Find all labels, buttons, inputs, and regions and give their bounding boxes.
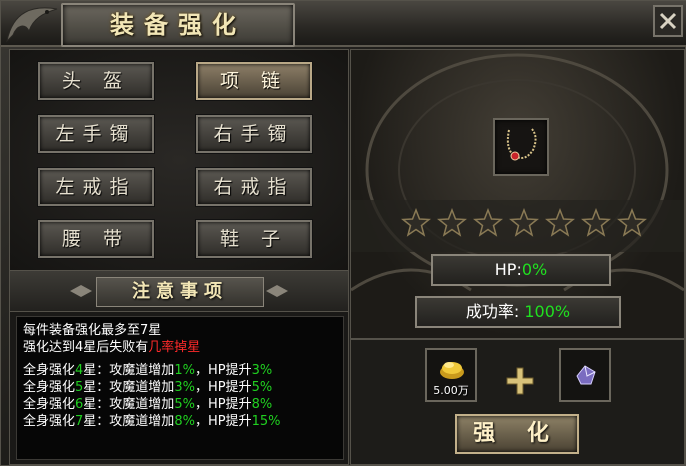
notice-line-star-loss: 强化达到4星后失败有几率掉星 [23, 340, 200, 356]
necklace-icon [506, 127, 537, 161]
bonus-row-attack-label: 星：攻魔道增加 [83, 414, 175, 429]
star-empty-icon [437, 208, 467, 237]
close-button[interactable] [653, 5, 683, 37]
window-title: 装备强化 [110, 11, 246, 39]
cost-area: 5.00万 强 化 [350, 339, 685, 465]
bonus-row-prefix: 全身强化 [23, 397, 76, 412]
hp-stat-bar: HP:0% [431, 254, 611, 286]
slot-shoes-button[interactable]: 鞋 子 [196, 220, 312, 258]
success-rate-value: 100% [524, 302, 571, 321]
bonus-row-hp-value: 15% [251, 414, 281, 429]
enhance-button[interactable]: 强 化 [455, 414, 579, 454]
star-empty-icon [545, 208, 575, 237]
diamond-ornament-icon [70, 285, 92, 297]
hp-stat-value: 0% [521, 260, 548, 279]
star-empty-icon [617, 208, 647, 237]
bonus-row: 全身强化7星：攻魔道增加8%，HP提升15% [23, 414, 280, 430]
bonus-row: 全身强化4星：攻魔道增加1%，HP提升3% [23, 363, 272, 379]
slot-right-bracelet-button[interactable]: 右手镯 [196, 115, 312, 153]
bonus-row: 全身强化6星：攻魔道增加5%，HP提升8% [23, 397, 272, 413]
gold-cost-amount: 5.00万 [433, 384, 469, 397]
dragon-ornament-icon [3, 1, 61, 45]
left-panel: 头 盔 项 链 左手镯 右手镯 左戒指 右戒指 腰 带 鞋 子 注意事项 每件装… [9, 49, 349, 465]
slot-left-ring-button[interactable]: 左戒指 [38, 168, 154, 206]
slot-left-bracelet-button[interactable]: 左手镯 [38, 115, 154, 153]
bonus-row-attack-value: 5% [174, 397, 195, 412]
bonus-row-prefix: 全身强化 [23, 380, 76, 395]
bonus-row-hp-label: ，HP提升 [194, 380, 252, 395]
ornate-background-icon [351, 53, 684, 292]
bonus-row-hp-label: ，HP提升 [194, 397, 252, 412]
plus-icon [506, 367, 534, 395]
bonus-row-hp-value: 8% [251, 397, 273, 412]
bonus-row-prefix: 全身强化 [23, 414, 76, 429]
diamond-ornament-icon [266, 285, 288, 297]
star-empty-icon [509, 208, 539, 237]
gold-coins-icon [440, 362, 464, 379]
bonus-row-attack-label: 星：攻魔道增加 [83, 397, 175, 412]
gold-cost-slot[interactable]: 5.00万 [425, 348, 477, 402]
title-bar[interactable]: 装备强化 [1, 1, 686, 47]
item-slot[interactable] [493, 118, 549, 176]
bonus-row-attack-value: 1% [174, 363, 195, 378]
bonus-row-hp-label: ，HP提升 [194, 363, 252, 378]
notice-line-max-stars: 每件装备强化最多至7星 [23, 323, 162, 338]
bonus-row-attack-value: 3% [174, 380, 195, 395]
notice-line-star-loss-prefix: 强化达到4星后失败有 [23, 340, 149, 355]
title-plate: 装备强化 [61, 3, 295, 47]
star-rating [401, 208, 651, 240]
notice-text-box: 每件装备强化最多至7星 强化达到4星后失败有几率掉星 全身强化4星：攻魔道增加1… [16, 316, 344, 460]
notice-title-plate: 注意事项 [96, 277, 264, 307]
notice-header: 注意事项 [10, 270, 348, 312]
slot-necklace-button[interactable]: 项 链 [196, 62, 312, 100]
slot-belt-button[interactable]: 腰 带 [38, 220, 154, 258]
success-rate-bar: 成功率: 100% [415, 296, 621, 328]
star-empty-icon [581, 208, 611, 237]
bonus-row-prefix: 全身强化 [23, 363, 76, 378]
star-empty-icon [473, 208, 503, 237]
slot-right-ring-button[interactable]: 右戒指 [196, 168, 312, 206]
bonus-row-attack-value: 8% [174, 414, 195, 429]
star-loss-warning: 几率掉星 [148, 340, 201, 355]
bonus-row-attack-label: 星：攻魔道增加 [83, 380, 175, 395]
bonus-row: 全身强化5星：攻魔道增加3%，HP提升5% [23, 380, 272, 396]
item-preview-panel: HP:0% 成功率: 100% [350, 49, 685, 339]
bonus-row-hp-label: ，HP提升 [194, 414, 252, 429]
bonus-row-hp-value: 5% [251, 380, 273, 395]
equipment-slot-grid: 头 盔 项 链 左手镯 右手镯 左戒指 右戒指 腰 带 鞋 子 [10, 50, 348, 270]
hp-stat-label: HP: [494, 260, 522, 279]
purple-gem-icon [576, 365, 596, 385]
star-empty-icon [401, 208, 431, 237]
slot-helmet-button[interactable]: 头 盔 [38, 62, 154, 100]
success-rate-label: 成功率: [465, 302, 525, 321]
bonus-row-hp-value: 3% [251, 363, 273, 378]
enhance-window: 装备强化 头 盔 项 链 左手镯 右手镯 左戒指 右戒指 腰 带 鞋 子 注意事… [0, 0, 686, 466]
notice-title: 注意事项 [132, 281, 228, 302]
material-slot[interactable] [559, 348, 611, 402]
bonus-row-attack-label: 星：攻魔道增加 [83, 363, 175, 378]
close-icon [653, 5, 683, 37]
